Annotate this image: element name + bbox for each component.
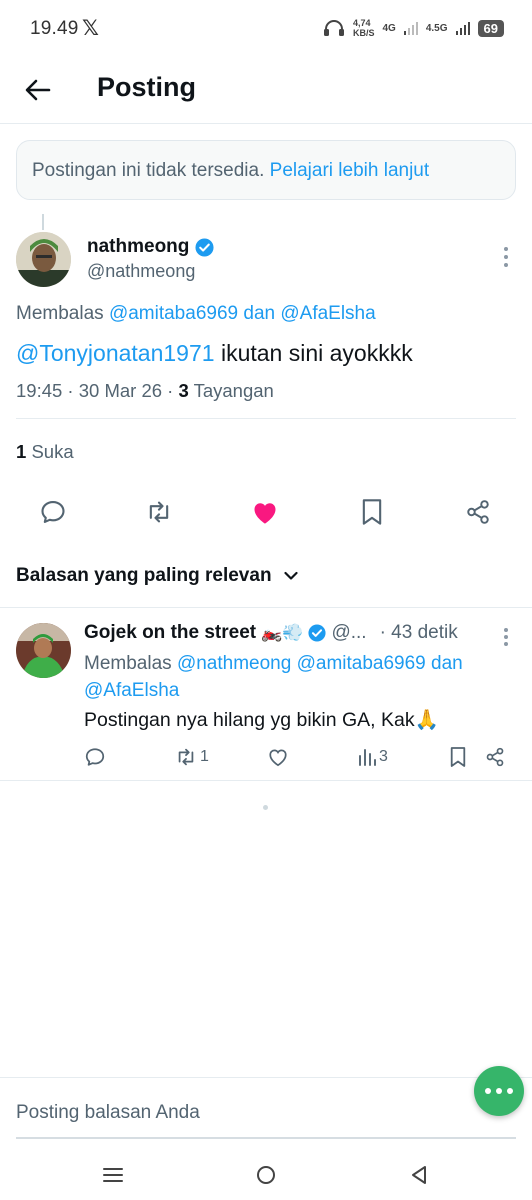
status-bar: 19.49 𝕏 4,74 KB/S 4G 4.5G 69 [0,0,532,56]
reply-text: Postingan nya hilang yg bikin GA, Kak🙏 [84,709,439,731]
author-name[interactable]: nathmeong [87,236,214,258]
verified-badge-icon [308,624,327,642]
more-options-icon[interactable] [498,626,514,648]
chevron-down-icon [283,571,298,580]
like-button[interactable] [267,744,289,770]
divider [0,780,532,781]
battery-indicator: 69 [477,19,504,37]
signal-bars-icon [403,22,418,35]
mention-link[interactable]: @Tonyjonatan1971 [16,340,215,366]
loading-indicator [263,805,268,810]
notice-text: Postingan ini tidak tersedia. [32,160,265,181]
share-button[interactable] [458,492,498,532]
analytics-icon [359,749,376,766]
reply-author-name[interactable]: Gojek on the street [84,622,256,644]
thread-line [42,214,44,230]
unavailable-notice: Postingan ini tidak tersedia. Pelajari l… [16,140,516,200]
recents-button[interactable] [98,1160,128,1190]
mention-and: dan [431,653,463,674]
likes-stat[interactable]: 1 Suka [16,441,74,463]
avatar-image [16,232,71,287]
divider [0,607,532,608]
reply-author-handle[interactable]: @... [331,622,366,644]
like-icon [269,749,287,767]
mention-and: dan [243,303,276,324]
views-count: 3 [379,748,388,765]
views-count: 3 [178,380,189,401]
signal-2-label: 4.5G [425,22,448,34]
mention-link[interactable]: @AfaElsha [280,303,375,324]
views-button[interactable]: 3 [357,744,388,770]
signal-1-label: 4G [382,22,396,34]
post-text: @Tonyjonatan1971 ikutan sini ayokkkk [16,340,413,366]
likes-label: Suka [31,441,74,462]
reply-icon [85,748,105,766]
retweet-icon [178,748,194,766]
bookmark-button[interactable] [449,744,467,770]
more-options-icon[interactable] [498,244,514,270]
likes-count: 1 [16,441,27,462]
bookmark-icon [362,499,382,525]
mention-link[interactable]: @nathmeong [177,653,291,674]
divider [16,418,516,419]
share-icon [486,747,504,767]
replying-to: Membalas @amitaba6969 dan @AfaElsha [16,303,376,324]
post-actions [0,492,532,532]
page-title: Posting [97,72,196,102]
timestamp: 19:45 · 30 Mar 26 · [16,380,174,401]
sort-replies-dropdown[interactable]: Balasan yang paling relevan [16,565,298,587]
status-time: 19.49 [30,18,79,39]
retweet-button[interactable] [139,492,179,532]
system-nav-bar [0,1150,532,1200]
home-button[interactable] [251,1160,281,1190]
reply-button[interactable] [33,492,73,532]
share-button[interactable] [485,744,505,770]
menu-icon [103,1168,123,1182]
mention-link[interactable]: @amitaba6969 [109,303,238,324]
reply-avatar[interactable] [16,623,71,678]
share-icon [467,500,489,524]
avatar[interactable] [16,232,71,287]
status-indicators: 4,74 KB/S 4G 4.5G 69 [323,18,504,38]
like-button[interactable] [245,492,285,532]
retweet-icon [149,501,169,523]
back-triangle-icon [412,1166,426,1184]
author-handle[interactable]: @nathmeong [87,261,195,282]
top-bar: Posting [0,56,532,124]
reply-author-emoji: 🏍️💨 [261,623,304,642]
like-icon-filled [254,503,276,524]
reply-time: · 43 detik [379,622,458,643]
retweet-count: 1 [200,748,209,765]
reply-actions: 1 3 [0,744,532,770]
bookmark-button[interactable] [352,492,392,532]
compose-reply-bar: Posting balasan Anda [0,1077,532,1139]
post-meta: 19:45 · 30 Mar 26 · 3 Tayangan [16,380,274,402]
signal-bars-icon [455,22,470,35]
reply-button[interactable] [84,744,106,770]
bookmark-icon [450,747,466,767]
chat-fab-button[interactable] [474,1066,524,1116]
views-label: Tayangan [193,380,274,401]
avatar-image [16,623,71,678]
net-speed: 4,74 KB/S [352,18,375,38]
mention-link[interactable]: @amitaba6969 [297,653,426,674]
reply-input[interactable]: Posting balasan Anda [16,1102,200,1124]
retweet-button[interactable]: 1 [174,744,209,770]
sort-label: Balasan yang paling relevan [16,565,272,586]
reply-replying-to: Membalas @nathmeong @amitaba6969 dan @Af… [84,653,463,701]
input-underline [16,1137,516,1139]
reply-header: Gojek on the street 🏍️💨 @... · 43 detik [84,622,458,644]
verified-badge-icon [195,237,214,257]
home-circle-icon [257,1166,275,1184]
learn-more-link[interactable]: Pelajari lebih lanjut [270,160,430,181]
reply-icon [41,501,65,523]
arrow-left-icon [25,79,51,101]
mention-link[interactable]: @AfaElsha [84,680,179,701]
system-back-button[interactable] [404,1160,434,1190]
back-button[interactable] [18,70,58,110]
headphones-icon [323,20,344,36]
x-logo-icon: 𝕏 [82,17,99,40]
